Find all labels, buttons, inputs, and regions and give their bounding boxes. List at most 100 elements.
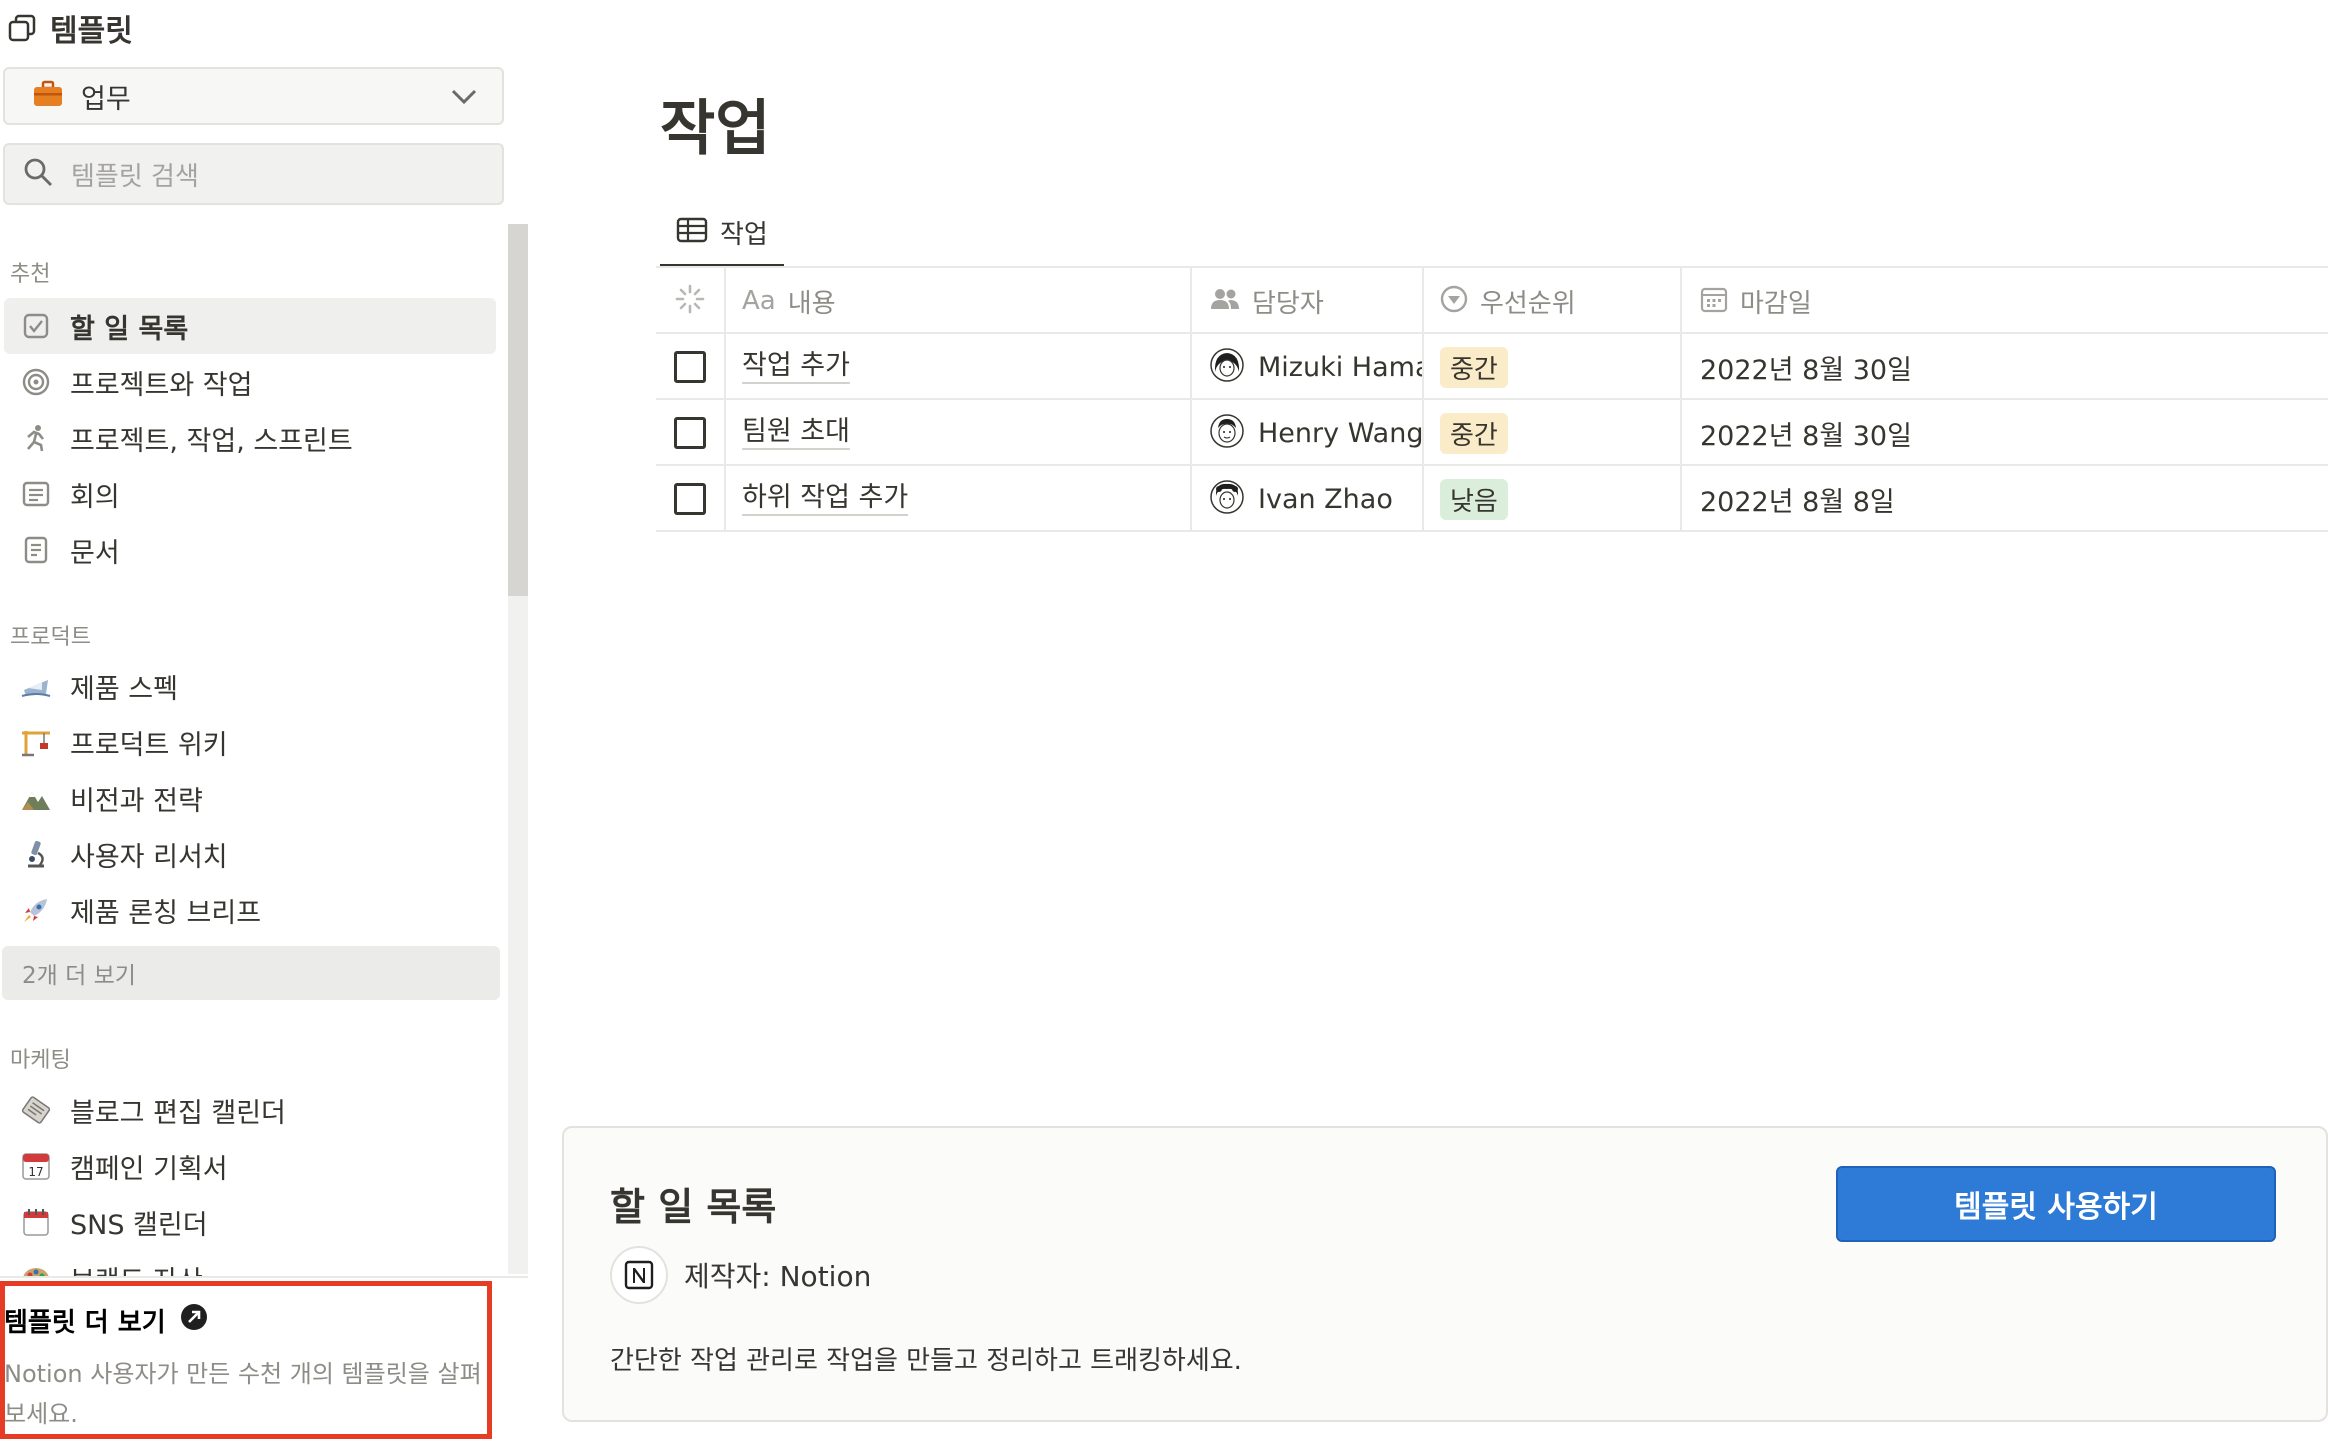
sidebar-item-campaign-plan[interactable]: 17 캠페인 기획서 bbox=[4, 1138, 496, 1194]
sidebar-item-product-launch-brief[interactable]: 제품 론칭 브리프 bbox=[4, 882, 496, 938]
assignee-name: Mizuki Hamada bbox=[1258, 351, 1422, 383]
tab-label: 작업 bbox=[720, 219, 768, 250]
sidebar-item-label: 제품 론칭 브리프 bbox=[70, 897, 262, 929]
sidebar-item-label: 캠페인 기획서 bbox=[70, 1153, 228, 1185]
table-row[interactable]: 팀원 초대 Henry Wang 중간 2022년 8월 30일 bbox=[656, 400, 2328, 466]
table-row[interactable]: 하위 작업 추가 Ivan Zhao 낮음 2022년 8월 8일 bbox=[656, 466, 2328, 532]
template-info-card: 할 일 목록 제작자: Notion 간단한 작업 관리로 작업을 만들고 정리… bbox=[562, 1126, 2328, 1422]
notes-icon bbox=[18, 476, 54, 512]
text-icon: Aa bbox=[742, 286, 776, 316]
row-checkbox-cell bbox=[656, 466, 726, 532]
due-date[interactable]: 2022년 8월 30일 bbox=[1700, 348, 1912, 387]
sidebar-item-label: 문서 bbox=[70, 537, 120, 569]
task-checkbox[interactable] bbox=[674, 483, 706, 515]
sidebar-item-projects-tasks-sprints[interactable]: 프로젝트, 작업, 스프린트 bbox=[4, 410, 496, 466]
document-icon bbox=[18, 532, 54, 568]
svg-text:17: 17 bbox=[28, 1165, 43, 1179]
sidebar-item-user-research[interactable]: 사용자 리서치 bbox=[4, 826, 496, 882]
due-date[interactable]: 2022년 8월 30일 bbox=[1700, 414, 1912, 453]
mountain-icon bbox=[18, 780, 54, 816]
sidebar-item-label: 프로젝트와 작업 bbox=[70, 369, 253, 401]
template-sidebar: 템플릿 업무 템플릿 검색 추천 할 일 목록 프로젝트와 작업 프로젝트, 작… bbox=[0, 0, 528, 1446]
task-checkbox[interactable] bbox=[674, 351, 706, 383]
sidebar-item-sns-calendar[interactable]: SNS 캘린더 bbox=[4, 1194, 496, 1250]
sidebar-item-todo-list[interactable]: 할 일 목록 bbox=[4, 298, 496, 354]
row-priority-cell: 중간 bbox=[1424, 400, 1682, 466]
assignee[interactable]: Mizuki Hamada bbox=[1210, 348, 1422, 386]
ship-icon bbox=[18, 668, 54, 704]
task-table: Aa 내용 담당자 우선순위 마감일 작업 추가 Mizuki Ham 중간 2… bbox=[656, 268, 2328, 532]
use-template-button[interactable]: 템플릿 사용하기 bbox=[1836, 1166, 2276, 1242]
priority-tag[interactable]: 중간 bbox=[1440, 412, 1508, 454]
sidebar-item-label: 제품 스펙 bbox=[70, 673, 178, 705]
task-name[interactable]: 팀원 초대 bbox=[742, 416, 850, 450]
sidebar-scrollbar-thumb[interactable] bbox=[508, 224, 528, 596]
sidebar-title: 템플릿 bbox=[50, 14, 133, 49]
tab-table-view[interactable]: 작업 bbox=[660, 200, 784, 268]
search-icon bbox=[23, 157, 53, 191]
row-assignee-cell: Ivan Zhao bbox=[1192, 466, 1424, 532]
highlight-box bbox=[0, 1281, 492, 1439]
sidebar-item-label: SNS 캘린더 bbox=[70, 1209, 208, 1241]
section-label-marketing: 마케팅 bbox=[10, 1048, 71, 1073]
table-header-row: Aa 내용 담당자 우선순위 마감일 bbox=[656, 268, 2328, 334]
row-due-cell: 2022년 8월 8일 bbox=[1682, 466, 2230, 532]
search-placeholder: 템플릿 검색 bbox=[71, 161, 199, 192]
sidebar-item-label: 회의 bbox=[70, 481, 120, 513]
spiral-calendar-icon bbox=[18, 1204, 54, 1240]
priority-tag[interactable]: 낮음 bbox=[1440, 478, 1508, 520]
row-due-cell: 2022년 8월 30일 bbox=[1682, 400, 2230, 466]
notion-logo-icon bbox=[610, 1246, 668, 1304]
header-label: 우선순위 bbox=[1480, 288, 1576, 319]
template-stack-icon bbox=[6, 12, 38, 44]
template-description: 간단한 작업 관리로 작업을 만들고 정리하고 트래킹하세요. bbox=[610, 1346, 1242, 1376]
template-title: 할 일 목록 bbox=[610, 1185, 777, 1229]
sidebar-item-label: 할 일 목록 bbox=[70, 313, 189, 345]
assignee[interactable]: Ivan Zhao bbox=[1210, 480, 1393, 518]
header-cell-assignee[interactable]: 담당자 bbox=[1192, 268, 1424, 334]
row-name-cell: 팀원 초대 bbox=[726, 400, 1192, 466]
row-assignee-cell: Henry Wang bbox=[1192, 400, 1424, 466]
microscope-icon bbox=[18, 836, 54, 872]
table-icon bbox=[676, 217, 708, 247]
sidebar-item-projects-tasks[interactable]: 프로젝트와 작업 bbox=[4, 354, 496, 410]
assignee[interactable]: Henry Wang bbox=[1210, 414, 1422, 452]
row-priority-cell: 중간 bbox=[1424, 334, 1682, 400]
sidebar-item-label: 프로덕트 위키 bbox=[70, 729, 228, 761]
newspaper-icon bbox=[18, 1092, 54, 1128]
task-checkbox[interactable] bbox=[674, 417, 706, 449]
crane-icon bbox=[18, 724, 54, 760]
sidebar-item-product-wiki[interactable]: 프로덕트 위키 bbox=[4, 714, 496, 770]
sidebar-item-vision-strategy[interactable]: 비전과 전략 bbox=[4, 770, 496, 826]
select-icon bbox=[1440, 285, 1468, 317]
header-label: 마감일 bbox=[1740, 288, 1812, 319]
row-priority-cell: 낮음 bbox=[1424, 466, 1682, 532]
avatar bbox=[1210, 414, 1244, 452]
people-icon bbox=[1210, 287, 1240, 315]
priority-tag[interactable]: 중간 bbox=[1440, 346, 1508, 388]
row-assignee-cell: Mizuki Hamada bbox=[1192, 334, 1424, 400]
header-cell-status[interactable] bbox=[656, 268, 726, 334]
template-search-input[interactable]: 템플릿 검색 bbox=[3, 143, 504, 205]
calendar-17-icon: 17 bbox=[18, 1148, 54, 1184]
category-dropdown[interactable]: 업무 bbox=[3, 67, 504, 125]
task-name[interactable]: 하위 작업 추가 bbox=[742, 482, 909, 516]
rocket-icon bbox=[18, 892, 54, 928]
due-date[interactable]: 2022년 8월 8일 bbox=[1700, 480, 1895, 519]
task-name[interactable]: 작업 추가 bbox=[742, 350, 850, 384]
sidebar-item-docs[interactable]: 문서 bbox=[4, 522, 496, 578]
sidebar-item-meetings[interactable]: 회의 bbox=[4, 466, 496, 522]
avatar bbox=[1210, 480, 1244, 518]
row-checkbox-cell bbox=[656, 400, 726, 466]
show-more-button[interactable]: 2개 더 보기 bbox=[2, 946, 500, 1000]
target-icon bbox=[18, 364, 54, 400]
table-row[interactable]: 작업 추가 Mizuki Hamada 중간 2022년 8월 30일 bbox=[656, 334, 2328, 400]
checkbox-icon bbox=[18, 308, 54, 344]
sidebar-item-product-spec[interactable]: 제품 스펙 bbox=[4, 658, 496, 714]
header-cell-priority[interactable]: 우선순위 bbox=[1424, 268, 1682, 334]
header-cell-name[interactable]: Aa 내용 bbox=[726, 268, 1192, 334]
header-label: 내용 bbox=[787, 288, 836, 319]
sidebar-item-blog-calendar[interactable]: 블로그 편집 캘린더 bbox=[4, 1082, 496, 1138]
sidebar-header: 템플릿 bbox=[6, 6, 133, 50]
header-cell-due-date[interactable]: 마감일 bbox=[1682, 268, 2230, 334]
